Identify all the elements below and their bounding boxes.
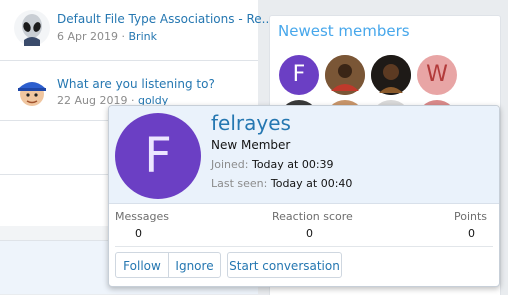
- follow-button[interactable]: Follow: [115, 252, 169, 278]
- messages-value: 0: [135, 227, 142, 240]
- joined-value: Today at 00:39: [251, 158, 334, 171]
- member-card-lastseen: Last seen: Today at 00:40: [211, 177, 352, 190]
- thread-date: 6 Apr 2019: [57, 30, 119, 43]
- messages-label: Messages: [115, 210, 169, 223]
- points-label: Points: [454, 210, 488, 223]
- lastseen-label: Last seen:: [211, 177, 268, 190]
- member-card-header: F felrayes New Member Joined: Today at 0…: [109, 106, 499, 204]
- start-conversation-button[interactable]: Start conversation: [227, 252, 342, 278]
- member-tooltip-card: F felrayes New Member Joined: Today at 0…: [108, 105, 500, 287]
- reaction-score-label: Reaction score: [272, 210, 353, 223]
- member-card-role: New Member: [211, 138, 291, 152]
- card-divider: [115, 246, 493, 247]
- member-avatar-f[interactable]: F: [279, 55, 319, 95]
- member-avatar-photo[interactable]: [325, 55, 365, 95]
- reaction-score-value: 0: [306, 227, 313, 240]
- alien-avatar[interactable]: [14, 10, 50, 46]
- thread-row: Default File Type Associations - Re... 6…: [0, 0, 273, 61]
- member-avatar-w[interactable]: W: [417, 55, 457, 95]
- cartoon-avatar[interactable]: [14, 74, 50, 110]
- meta-separator: ·: [118, 30, 129, 43]
- thread-title-link[interactable]: What are you listening to?: [57, 77, 215, 91]
- member-card-avatar[interactable]: F: [115, 113, 201, 199]
- ignore-button[interactable]: Ignore: [168, 252, 221, 278]
- lastseen-value: Today at 00:40: [270, 177, 353, 190]
- thread-user-link[interactable]: Brink: [129, 30, 157, 43]
- points-value: 0: [468, 227, 475, 240]
- thread-meta: 6 Apr 2019 · Brink: [57, 30, 157, 43]
- member-card-username[interactable]: felrayes: [211, 111, 291, 135]
- newest-members-heading[interactable]: Newest members: [278, 22, 410, 40]
- thread-title-link[interactable]: Default File Type Associations - Re...: [57, 12, 273, 26]
- member-avatar-photo[interactable]: [371, 55, 411, 95]
- member-card-joined: Joined: Today at 00:39: [211, 158, 334, 171]
- joined-label: Joined:: [211, 158, 249, 171]
